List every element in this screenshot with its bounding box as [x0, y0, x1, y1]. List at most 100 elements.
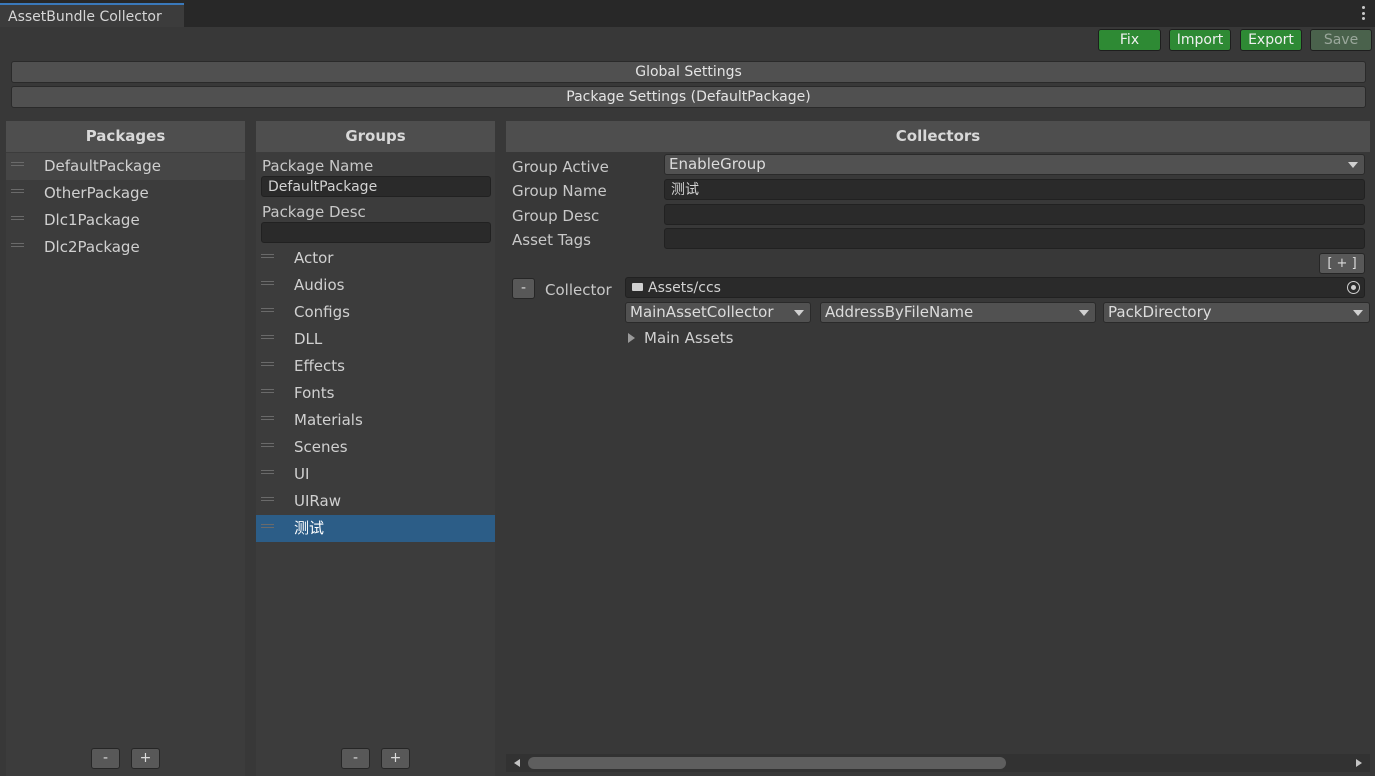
group-item-label: 测试: [294, 519, 325, 537]
package-item[interactable]: DefaultPackage: [6, 153, 245, 180]
drag-handle-icon[interactable]: [261, 254, 274, 258]
group-active-value: EnableGroup: [669, 155, 766, 173]
group-item-label: Configs: [294, 303, 350, 321]
package-item-label: Dlc2Package: [44, 238, 140, 256]
drag-handle-icon[interactable]: [261, 362, 274, 366]
package-item-label: OtherPackage: [44, 184, 149, 202]
groups-header: Groups: [256, 121, 495, 152]
folder-icon: [632, 283, 643, 291]
drag-handle-icon[interactable]: [11, 162, 24, 166]
save-button[interactable]: Save: [1310, 29, 1372, 51]
group-item[interactable]: Effects: [256, 353, 495, 380]
group-item-label: Audios: [294, 276, 345, 294]
group-item[interactable]: Fonts: [256, 380, 495, 407]
scroll-right-icon[interactable]: [1356, 759, 1362, 767]
more-options-icon[interactable]: [1361, 6, 1365, 20]
group-item[interactable]: Audios: [256, 272, 495, 299]
scroll-left-icon[interactable]: [514, 759, 520, 767]
drag-handle-icon[interactable]: [261, 470, 274, 474]
pack-rule-value: PackDirectory: [1108, 303, 1212, 321]
group-item-label: Scenes: [294, 438, 348, 456]
package-desc-field[interactable]: [261, 222, 491, 243]
group-item-label: UIRaw: [294, 492, 341, 510]
group-item[interactable]: Scenes: [256, 434, 495, 461]
drag-handle-icon[interactable]: [261, 497, 274, 501]
drag-handle-icon[interactable]: [11, 243, 24, 247]
drag-handle-icon[interactable]: [261, 524, 274, 528]
collector-path-value: Assets/ccs: [648, 280, 721, 296]
groups-list: Actor Audios Configs DLL Effects Fonts M…: [256, 245, 495, 542]
drag-handle-icon[interactable]: [261, 389, 274, 393]
collector-path-field[interactable]: Assets/ccs: [625, 277, 1365, 298]
address-rule-dropdown[interactable]: AddressByFileName: [820, 302, 1096, 323]
drag-handle-icon[interactable]: [261, 281, 274, 285]
object-picker-icon[interactable]: [1347, 281, 1360, 294]
add-group-button[interactable]: +: [381, 748, 410, 769]
group-item-label: DLL: [294, 330, 323, 348]
collector-type-dropdown[interactable]: MainAssetCollector: [625, 302, 811, 323]
groups-panel: Groups Package Name DefaultPackage Packa…: [256, 121, 495, 776]
collectors-header: Collectors: [506, 121, 1370, 152]
group-desc-label: Group Desc: [512, 207, 600, 225]
import-button[interactable]: Import: [1169, 29, 1231, 51]
package-item[interactable]: OtherPackage: [6, 180, 245, 207]
collectors-panel: Collectors Group Active EnableGroup Grou…: [506, 121, 1370, 776]
chevron-down-icon: [1079, 310, 1089, 316]
group-item-label: Effects: [294, 357, 345, 375]
group-item-label: Fonts: [294, 384, 335, 402]
collector-type-value: MainAssetCollector: [630, 303, 774, 321]
drag-handle-icon[interactable]: [261, 416, 274, 420]
drag-handle-icon[interactable]: [261, 308, 274, 312]
drag-handle-icon[interactable]: [261, 335, 274, 339]
package-item[interactable]: Dlc2Package: [6, 234, 245, 261]
add-collector-button[interactable]: [ + ]: [1319, 253, 1365, 274]
address-rule-value: AddressByFileName: [825, 303, 974, 321]
group-item[interactable]: Actor: [256, 245, 495, 272]
group-item[interactable]: 测试: [256, 515, 495, 542]
group-item[interactable]: UI: [256, 461, 495, 488]
drag-handle-icon[interactable]: [11, 216, 24, 220]
drag-handle-icon[interactable]: [11, 189, 24, 193]
remove-collector-button[interactable]: -: [512, 278, 535, 299]
group-item-label: UI: [294, 465, 310, 483]
group-item-label: Actor: [294, 249, 334, 267]
group-name-field[interactable]: 测试: [664, 179, 1365, 200]
export-button[interactable]: Export: [1240, 29, 1302, 51]
toolbar: Fix Import Export Save: [0, 27, 1375, 54]
chevron-down-icon: [1348, 162, 1358, 168]
pack-rule-dropdown[interactable]: PackDirectory: [1103, 302, 1370, 323]
asset-tags-field[interactable]: [664, 228, 1365, 249]
window-tab[interactable]: AssetBundle Collector: [0, 3, 184, 27]
horizontal-scrollbar[interactable]: [506, 754, 1370, 772]
fix-button[interactable]: Fix: [1098, 29, 1161, 51]
add-package-button[interactable]: +: [131, 748, 160, 769]
group-item[interactable]: UIRaw: [256, 488, 495, 515]
packages-header: Packages: [6, 121, 245, 152]
chevron-down-icon: [1353, 310, 1363, 316]
group-item[interactable]: Configs: [256, 299, 495, 326]
group-desc-field[interactable]: [664, 204, 1365, 225]
window-tab-bar: AssetBundle Collector: [0, 0, 1375, 27]
group-active-label: Group Active: [512, 158, 609, 176]
group-active-dropdown[interactable]: EnableGroup: [664, 154, 1365, 175]
package-item-label: DefaultPackage: [44, 157, 161, 175]
main-assets-label: Main Assets: [644, 329, 734, 347]
package-settings-button[interactable]: Package Settings (DefaultPackage): [11, 86, 1366, 108]
window-tab-title: AssetBundle Collector: [8, 9, 162, 25]
scrollbar-thumb[interactable]: [528, 757, 1006, 769]
drag-handle-icon[interactable]: [261, 443, 274, 447]
package-name-field[interactable]: DefaultPackage: [261, 176, 491, 197]
group-item[interactable]: DLL: [256, 326, 495, 353]
remove-package-button[interactable]: -: [91, 748, 120, 769]
chevron-down-icon: [794, 310, 804, 316]
group-name-label: Group Name: [512, 182, 607, 200]
group-item[interactable]: Materials: [256, 407, 495, 434]
collector-label: Collector: [545, 281, 612, 299]
package-name-label: Package Name: [262, 157, 374, 175]
global-settings-button[interactable]: Global Settings: [11, 61, 1366, 83]
remove-group-button[interactable]: -: [341, 748, 370, 769]
packages-list: DefaultPackage OtherPackage Dlc1Package …: [6, 153, 245, 261]
package-desc-label: Package Desc: [262, 203, 366, 221]
package-item[interactable]: Dlc1Package: [6, 207, 245, 234]
package-item-label: Dlc1Package: [44, 211, 140, 229]
